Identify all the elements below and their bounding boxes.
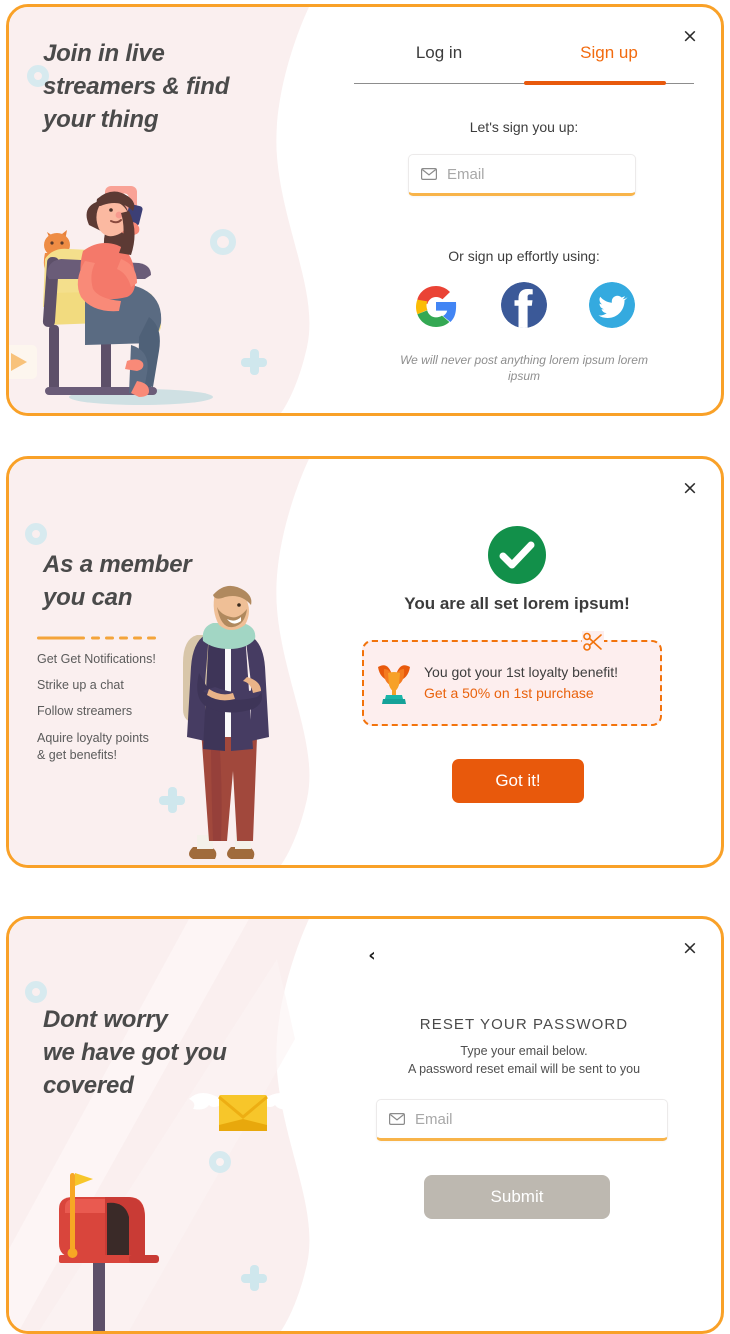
facebook-icon[interactable] [501, 282, 547, 328]
active-tab-indicator [524, 81, 666, 85]
list-item: Aquire loyalty points & get benefits! [37, 731, 149, 762]
submit-button[interactable]: Submit [424, 1175, 610, 1219]
social-prompt: Or sign up effortly using: [448, 248, 600, 264]
success-title: You are all set lorem ipsum! [404, 594, 630, 613]
auth-flow-mockups: Join in live streamers & find your thing… [0, 0, 730, 1334]
decor-ring [25, 981, 47, 1003]
tab-signup[interactable]: Sign up [524, 43, 694, 75]
signup-card: Join in live streamers & find your thing… [6, 4, 724, 416]
scissors-icon [582, 631, 604, 653]
benefits-list: Get Get Notifications! Strike up a chat … [37, 652, 197, 764]
reset-password-card: Dont worry we have got you covered × ‹ R… [6, 916, 724, 1334]
reset-illustration-panel [9, 919, 339, 1331]
social-disclaimer: We will never post anything lorem ipsum … [400, 353, 648, 384]
close-icon[interactable]: × [677, 935, 703, 961]
reset-subtitle: Type your email below. A password reset … [407, 1044, 641, 1077]
mailbox-illustration [59, 1173, 159, 1331]
social-login-row [339, 282, 709, 328]
check-circle-icon [488, 526, 546, 584]
email-placeholder: Email [415, 1110, 453, 1128]
tab-login[interactable]: Log in [354, 43, 524, 75]
decor-plus [241, 1265, 267, 1291]
success-headline: As a member you can [43, 551, 192, 612]
success-content-panel: × You are all set lorem ipsum! You got y… [339, 459, 721, 865]
got-it-button[interactable]: Got it! [452, 759, 584, 803]
close-icon[interactable]: × [677, 475, 703, 501]
signup-prompt: Let's sign you up: [469, 119, 579, 135]
coupon-text: You got your 1st loyalty benefit! Get a … [424, 662, 618, 704]
trophy-icon [378, 665, 410, 704]
signup-headline: Join in live streamers & find your thing [43, 40, 230, 134]
envelope-icon [421, 168, 437, 180]
list-item: Follow streamers [37, 704, 133, 718]
list-item: Strike up a chat [37, 678, 124, 692]
woman-on-chair-with-cat-illustration [42, 186, 213, 405]
envelope-icon [389, 1113, 405, 1125]
reset-title: RESET YOUR PASSWORD [419, 1016, 629, 1033]
success-card: As a member you can Get Get Notification… [6, 456, 724, 868]
list-item: Get Get Notifications! [37, 652, 156, 666]
chevron-left-icon[interactable]: ‹ [359, 943, 385, 969]
coupon-line-1: You got your 1st loyalty benefit! [424, 664, 619, 680]
email-input[interactable]: Email [376, 1099, 668, 1141]
coupon-line-2: Get a 50% on 1st purchase [424, 685, 594, 701]
signup-form-panel: × Log in Sign up Let's sign you up: Emai… [339, 7, 721, 413]
email-placeholder: Email [447, 165, 485, 183]
google-icon[interactable] [413, 282, 459, 328]
twitter-icon[interactable] [589, 282, 635, 328]
decor-ring [25, 523, 47, 545]
reset-headline: Dont worry we have got you covered [43, 1006, 227, 1100]
auth-tabs: Log in Sign up [354, 43, 694, 75]
email-input[interactable]: Email [408, 154, 636, 196]
loyalty-coupon: You got your 1st loyalty benefit! Get a … [362, 631, 662, 726]
benefits-divider [37, 636, 156, 640]
